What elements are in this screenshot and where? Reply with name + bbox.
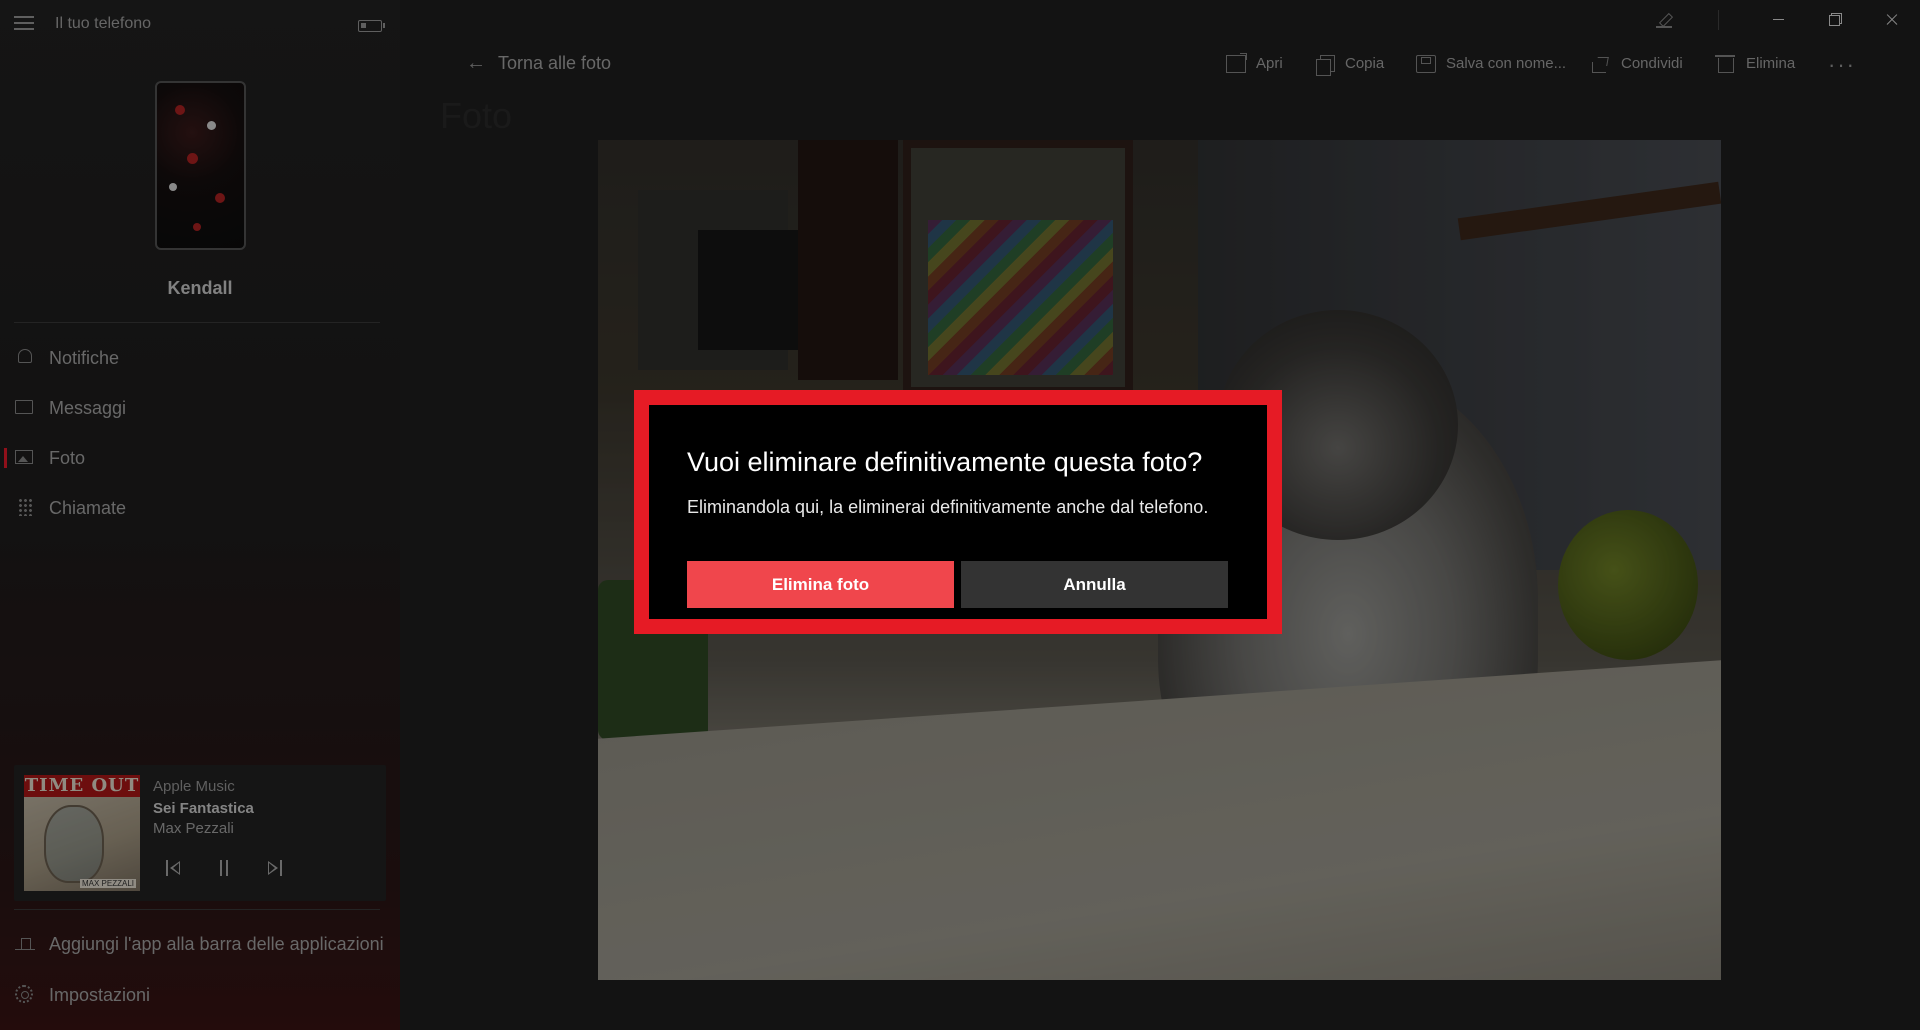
dialog-title: Vuoi eliminare definitivamente questa fo… xyxy=(687,447,1203,477)
dialog-body: Eliminandola qui, la eliminerai definiti… xyxy=(687,497,1209,517)
delete-photo-button[interactable]: Elimina foto xyxy=(687,561,954,608)
delete-confirmation-dialog: Vuoi eliminare definitivamente questa fo… xyxy=(634,390,1282,634)
cancel-button[interactable]: Annulla xyxy=(961,561,1228,608)
